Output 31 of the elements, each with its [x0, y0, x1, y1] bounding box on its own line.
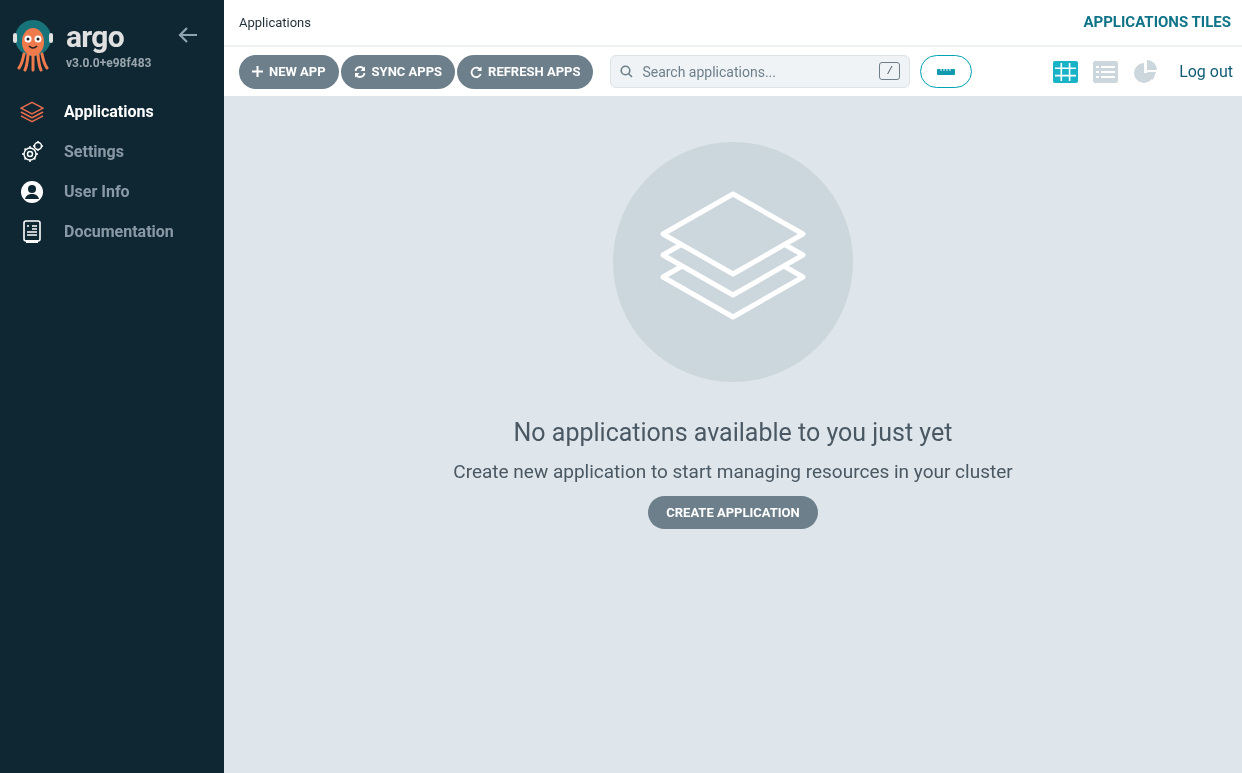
version-text: v3.0.0+e98f483	[66, 55, 152, 72]
page-title: APPLICATIONS TILES	[1083, 12, 1231, 34]
sync-icon	[353, 65, 366, 78]
create-application-button[interactable]: CREATE APPLICATION	[648, 496, 818, 529]
list-view-icon[interactable]	[1093, 60, 1119, 83]
ruler-icon	[937, 67, 956, 76]
keyboard-shortcut: /	[879, 62, 901, 80]
octopus-logo-icon	[13, 20, 53, 72]
empty-heading: No applications available to you just yet	[513, 417, 953, 449]
back-arrow-icon[interactable]	[178, 27, 198, 43]
documentation-icon	[22, 220, 42, 244]
search-icon	[620, 65, 634, 78]
empty-message: Create new application to start managing resources in your cluster	[453, 458, 1013, 485]
breadcrumb[interactable]: Applications	[239, 12, 311, 33]
gears-icon	[20, 140, 44, 164]
logout-link[interactable]: Log out	[1179, 59, 1233, 84]
toolbar-button[interactable]: REFRESH APPS	[457, 54, 594, 89]
toolbar-button[interactable]: NEW APP	[239, 54, 339, 89]
sidebar-item[interactable]: User Info	[0, 172, 224, 212]
sidebar-item[interactable]: Applications	[0, 92, 224, 132]
pie-chart-icon[interactable]	[1133, 59, 1160, 84]
plus-icon	[252, 66, 263, 77]
layers-icon	[20, 101, 44, 123]
sidebar-item[interactable]: Documentation	[0, 212, 224, 252]
toolbar-button[interactable]: SYNC APPS	[340, 54, 456, 89]
tiles-view-icon[interactable]	[1053, 60, 1079, 83]
user-icon	[20, 180, 44, 204]
logo-text: argo	[66, 20, 125, 54]
ruler-button[interactable]	[920, 55, 973, 88]
refresh-icon	[470, 65, 483, 78]
sidebar-item[interactable]: Settings	[0, 132, 224, 172]
